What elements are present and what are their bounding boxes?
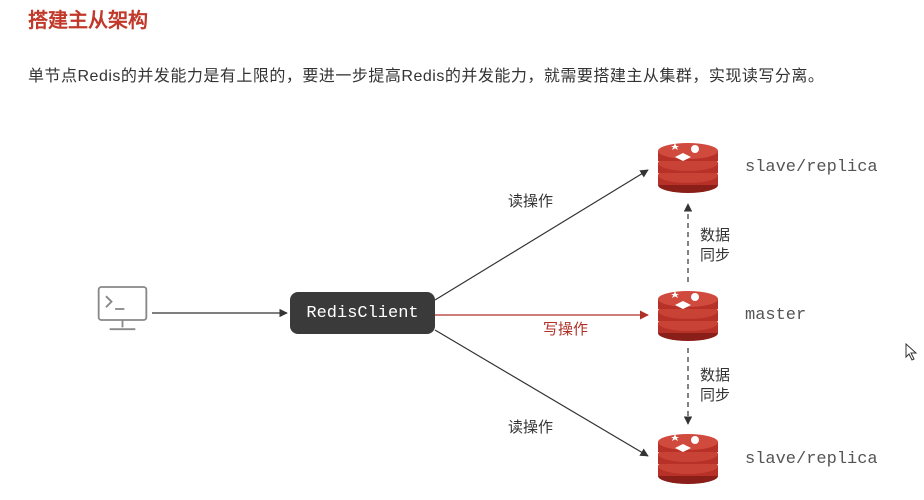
redis-master-icon [653,283,723,343]
edge-read-bottom: 读操作 [508,416,553,437]
slave-bottom-label: slave/replica [745,450,878,469]
page-subtitle: 单节点Redis的并发能力是有上限的，要进一步提高Redis的并发能力，就需要搭… [28,62,824,86]
master-label: master [745,306,806,325]
page-title: 搭建主从架构 [28,4,148,33]
redis-client-box: RedisClient [290,292,435,334]
edge-sync-top-1: 数据 [700,224,730,245]
slave-top-label: slave/replica [745,158,878,177]
edge-write: 写操作 [543,318,588,339]
terminal-icon [95,283,150,335]
redis-slave-bottom-icon [653,426,723,486]
edge-sync-bottom-2: 同步 [700,384,730,405]
redis-client-label: RedisClient [306,304,418,323]
edge-sync-top-2: 同步 [700,244,730,265]
edge-read-top: 读操作 [508,190,553,211]
edge-sync-bottom-1: 数据 [700,364,730,385]
cursor-icon [905,343,919,366]
redis-slave-top-icon [653,135,723,195]
